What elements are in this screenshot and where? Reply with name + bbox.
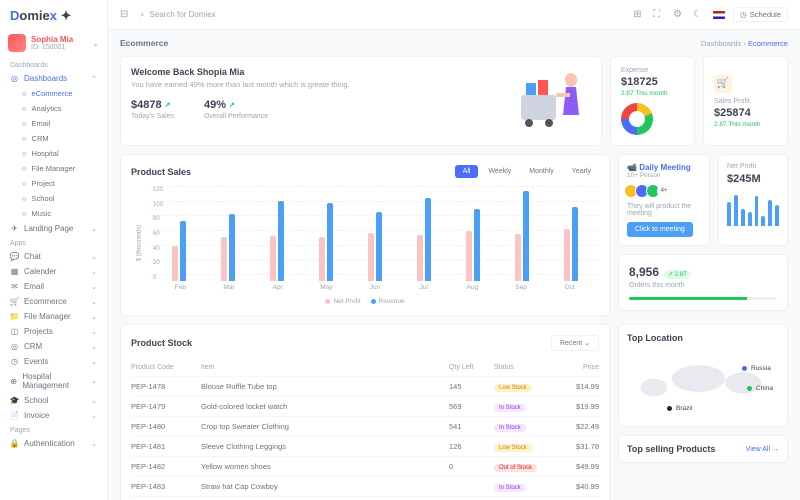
table-row[interactable]: PEP-1482Yellow women shoes0Out of Stock$… [131, 457, 599, 477]
user-name: Sophia Mia [31, 35, 73, 44]
breadcrumb: Dashboards › Ecommerce [701, 39, 788, 48]
grid-icon[interactable]: ⊞ [633, 9, 645, 21]
section-title: Apps [0, 236, 107, 249]
nav-landing[interactable]: ✈Landing Page⌄ [0, 221, 107, 236]
cart-icon: 🛒 [10, 297, 19, 306]
nav-analytics[interactable]: ○Analytics [0, 101, 107, 116]
schedule-button[interactable]: ◷ Schedule [733, 7, 788, 22]
nav-project[interactable]: ○Project [0, 176, 107, 191]
tab-all[interactable]: All [455, 165, 479, 178]
orders-card: 8,956↗ 2.87 Orders this month [618, 254, 788, 311]
nav-hospmgmt[interactable]: ⊕Hospital Management⌄ [0, 369, 107, 393]
nav-events[interactable]: ◷Events⌄ [0, 354, 107, 369]
chat-icon: 💬 [10, 252, 19, 261]
meeting-title: 📹 Daily Meeting [627, 163, 701, 172]
welcome-card: Welcome Back Shopia Mia You have earned … [120, 56, 602, 146]
chevron-down-icon: ⌄ [92, 39, 99, 48]
nav-crm2[interactable]: ◎CRM⌄ [0, 339, 107, 354]
event-icon: ◷ [10, 357, 19, 366]
y-axis-label: $ (thousands) [136, 225, 142, 262]
gauge-icon: ◎ [10, 74, 19, 83]
nav-ecom2[interactable]: 🛒Ecommerce⌄ [0, 294, 107, 309]
airplane-icon: ✈ [10, 224, 19, 233]
nav-school[interactable]: ○School [0, 191, 107, 206]
avatar [8, 34, 26, 52]
bar-chart: 120100806040200 [151, 186, 599, 281]
product-sales-card: Product Sales AllWeeklyMonthlyYearly $ (… [120, 154, 610, 316]
table-row[interactable]: PEP-1478Blouse Ruffle Tube top145Low Sto… [131, 377, 599, 397]
table-row[interactable]: PEP-1483Straw hat Cap CowboyIn Stock$40.… [131, 477, 599, 497]
nav-email2[interactable]: ✉Email⌄ [0, 279, 107, 294]
page-title: Ecommerce [120, 38, 168, 48]
nav-hospital[interactable]: ○Hospital [0, 146, 107, 161]
nav-filemgr[interactable]: ○File Manager [0, 161, 107, 176]
crm-icon: ◎ [10, 342, 19, 351]
top-location-card: Top Location RussiaChinaBrazil [618, 324, 788, 427]
nav-dashboards[interactable]: ◎Dashboards⌃ [0, 71, 107, 86]
school-icon: 🎓 [10, 396, 19, 405]
sidebar: Domiex ✦ Sophia MiaID: 150001 ⌄ Dashboar… [0, 0, 108, 500]
profit-card: 🛒 Sales Profit $25874 2.87 This month [703, 56, 788, 146]
arrow-up-icon: ↗ [229, 101, 235, 109]
logo: Domiex ✦ [0, 6, 107, 30]
world-map: RussiaChinaBrazil [627, 348, 779, 418]
lock-icon: 🔒 [10, 439, 19, 448]
nav-email[interactable]: ○Email [0, 116, 107, 131]
nav-fm2[interactable]: 📁File Manager⌄ [0, 309, 107, 324]
tab-monthly[interactable]: Monthly [521, 165, 562, 178]
nav-projects[interactable]: ◫Projects⌄ [0, 324, 107, 339]
chart-tabs: AllWeeklyMonthlyYearly [455, 165, 599, 178]
chevron-up-icon: ⌃ [91, 75, 97, 83]
moon-icon[interactable]: ☾ [693, 9, 705, 21]
user-block[interactable]: Sophia MiaID: 150001 ⌄ [0, 30, 107, 58]
product-stock-card: Product Stock Recent ⌄ Product CodeItemQ… [120, 324, 610, 500]
expand-icon[interactable]: ⛶ [653, 9, 665, 21]
meeting-button[interactable]: Click to meeting [627, 222, 693, 237]
view-all-link[interactable]: View All → [746, 446, 779, 453]
gear-icon[interactable]: ⚙ [673, 9, 685, 21]
nav-calendar[interactable]: ▦Calender⌄ [0, 264, 107, 279]
donut-chart [621, 103, 653, 135]
tab-weekly[interactable]: Weekly [480, 165, 519, 178]
cart-icon: 🛒 [714, 75, 732, 93]
chart-title: Product Sales [131, 167, 191, 177]
tab-yearly[interactable]: Yearly [564, 165, 599, 178]
arrow-up-icon: ↗ [165, 101, 171, 109]
nav-invoice[interactable]: 📄Invoice⌄ [0, 408, 107, 423]
mail-icon: ✉ [10, 282, 19, 291]
search-icon: ⌕ [140, 10, 144, 20]
netprofit-card: Net Profit $245M [718, 154, 788, 246]
expense-card: Expense $18725 2.87 This month [610, 56, 695, 146]
project-icon: ◫ [10, 327, 19, 336]
table-row[interactable]: PEP-1480Crop top Sweater Clothing541In S… [131, 417, 599, 437]
mini-bar-chart [727, 191, 779, 226]
table-row[interactable]: PEP-1481Sleeve Clothing Leggings126Low S… [131, 437, 599, 457]
nav-ecommerce[interactable]: ○eCommerce [0, 86, 107, 101]
recent-dropdown[interactable]: Recent ⌄ [551, 335, 599, 351]
meeting-card: 📹 Daily Meeting 10+ Person 4+ They will … [618, 154, 710, 246]
nav-chat[interactable]: 💬Chat⌄ [0, 249, 107, 264]
search-input[interactable]: ⌕Search for Domiex [140, 10, 625, 20]
top-products-card: Top selling Products View All → [618, 435, 788, 463]
flag-icon[interactable] [713, 11, 725, 19]
nav-music[interactable]: ○Music [0, 206, 107, 221]
calendar-icon: ▦ [10, 267, 19, 276]
section-title: Dashboards [0, 58, 107, 71]
menu-icon[interactable]: ⊟ [120, 9, 132, 21]
section-title: Pages [0, 423, 107, 436]
progress-bar [629, 297, 777, 300]
nav-crm[interactable]: ○CRM [0, 131, 107, 146]
table-row[interactable]: PEP-1479Gold-colored locket watch569In S… [131, 397, 599, 417]
hospital-icon: ⊕ [10, 377, 17, 386]
nav-auth[interactable]: 🔒Authentication⌄ [0, 436, 107, 451]
invoice-icon: 📄 [10, 411, 19, 420]
topbar: ⊟ ⌕Search for Domiex ⊞ ⛶ ⚙ ☾ ◷ Schedule [108, 0, 800, 30]
folder-icon: 📁 [10, 312, 19, 321]
nav-school2[interactable]: 🎓School⌄ [0, 393, 107, 408]
user-id: ID: 150001 [31, 44, 73, 51]
shopping-illustration [461, 65, 591, 130]
